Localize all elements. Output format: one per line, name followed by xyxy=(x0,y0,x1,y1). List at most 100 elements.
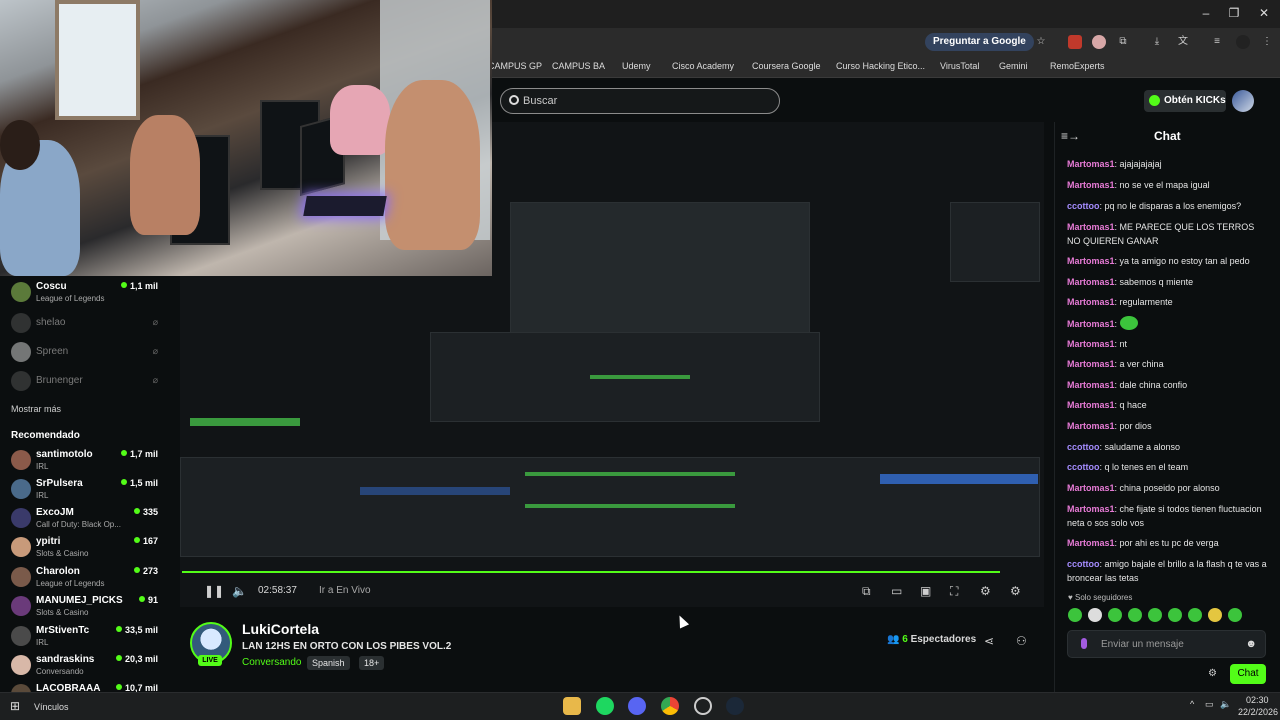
mic-icon[interactable] xyxy=(1081,638,1087,649)
chat-username[interactable]: Martomas1 xyxy=(1067,421,1115,431)
emote[interactable] xyxy=(1168,608,1182,622)
puzzle-icon[interactable]: ⧉ xyxy=(1116,35,1130,49)
chat-username[interactable]: Martomas1 xyxy=(1067,180,1115,190)
fullscreen-icon[interactable]: ⛶ xyxy=(950,584,958,599)
emote[interactable] xyxy=(1108,608,1122,622)
sidebar-item-recommended[interactable]: ypitri Slots & Casino 167 xyxy=(11,536,166,560)
tray-chevron-icon[interactable]: ^ xyxy=(1190,699,1194,709)
chat-username[interactable]: Martomas1 xyxy=(1067,256,1115,266)
download-icon[interactable]: ⤓ xyxy=(1150,35,1164,49)
avatar[interactable] xyxy=(1232,90,1254,112)
windows-icon[interactable]: ⊞ xyxy=(10,699,20,713)
show-more-link[interactable]: Mostrar más xyxy=(11,404,61,414)
restore-icon[interactable]: ❐ xyxy=(1224,6,1244,20)
extension-icon[interactable] xyxy=(1092,35,1106,49)
chat-username[interactable]: Martomas1 xyxy=(1067,504,1115,514)
volume-icon[interactable]: 🔈 xyxy=(1220,699,1231,710)
ask-google-button[interactable]: Preguntar a Google xyxy=(925,33,1034,51)
chat-username[interactable]: Martomas1 xyxy=(1067,538,1115,548)
discord-icon[interactable] xyxy=(628,697,646,715)
bookmark[interactable]: Coursera Google xyxy=(752,61,821,71)
chat-username[interactable]: Martomas1 xyxy=(1067,222,1115,232)
emote[interactable] xyxy=(1208,608,1222,622)
progress-bar[interactable] xyxy=(182,571,1000,573)
tag[interactable]: Spanish xyxy=(307,656,350,670)
chat-username[interactable]: ccottoo xyxy=(1067,462,1100,472)
clock-date[interactable]: 22/2/2026 xyxy=(1238,707,1278,717)
minimize-icon[interactable]: – xyxy=(1196,6,1216,20)
sidebar-item-shelao[interactable]: shelao ⌀ xyxy=(11,312,166,336)
chat-username[interactable]: ccottoo xyxy=(1067,442,1100,452)
chat-username[interactable]: Martomas1 xyxy=(1067,277,1115,287)
sidebar-item-spreen[interactable]: Spreen ⌀ xyxy=(11,341,166,365)
streamer-name[interactable]: LukiCortela xyxy=(242,621,319,637)
extension-icon[interactable] xyxy=(1068,35,1082,49)
menu-icon[interactable]: ⋮ xyxy=(1260,35,1274,49)
pause-icon[interactable]: ❚❚ xyxy=(204,584,224,598)
chat-username[interactable]: Martomas1 xyxy=(1067,159,1115,169)
bookmark-star-icon[interactable]: ☆ xyxy=(1034,35,1048,49)
close-icon[interactable]: ✕ xyxy=(1254,6,1274,20)
emote[interactable] xyxy=(1228,608,1242,622)
sidebar-item-coscu[interactable]: Coscu League of Legends 1,1 mil xyxy=(11,281,166,305)
sidebar-item-recommended[interactable]: sandraskins Conversando 20,3 mil xyxy=(11,654,166,678)
bookmark[interactable]: CAMPUS GP xyxy=(488,61,542,71)
sidebar-item-recommended[interactable]: Charolon League of Legends 273 xyxy=(11,566,166,590)
bookmark[interactable]: RemoExperts xyxy=(1050,61,1105,71)
bookmark[interactable]: Udemy xyxy=(622,61,651,71)
sidebar-item-recommended[interactable]: MrStivenTc IRL 33,5 mil xyxy=(11,625,166,649)
emote[interactable] xyxy=(1088,608,1102,622)
emoji-icon[interactable]: ☻ xyxy=(1245,638,1257,650)
search-input[interactable]: Buscar xyxy=(500,88,780,114)
emote[interactable] xyxy=(1148,608,1162,622)
clip-icon[interactable]: ⧉ xyxy=(862,584,871,599)
chat-username[interactable]: Martomas1 xyxy=(1067,319,1115,329)
chat-username[interactable]: Martomas1 xyxy=(1067,359,1115,369)
clock-time[interactable]: 02:30 xyxy=(1246,695,1269,705)
media-icon[interactable]: ≡ xyxy=(1210,35,1224,49)
chat-username[interactable]: Martomas1 xyxy=(1067,297,1115,307)
volume-icon[interactable]: 🔈 xyxy=(232,584,247,598)
file-explorer-icon[interactable] xyxy=(563,697,581,715)
translate-icon[interactable]: 文 xyxy=(1176,35,1190,49)
chat-username[interactable]: Martomas1 xyxy=(1067,483,1115,493)
send-chat-button[interactable]: Chat xyxy=(1230,664,1266,684)
chat-username[interactable]: ccottoo xyxy=(1067,559,1100,569)
chat-username[interactable]: ccottoo xyxy=(1067,201,1100,211)
collapse-chat-icon[interactable]: ≡→ xyxy=(1061,129,1080,143)
bookmark[interactable]: Cisco Academy xyxy=(672,61,734,71)
emote[interactable] xyxy=(1188,608,1202,622)
sidebar-item-recommended[interactable]: MANUMEJ_PICKS Slots & Casino 91 xyxy=(11,595,166,619)
network-icon[interactable]: ▭ xyxy=(1205,699,1214,710)
sidebar-item-brunenger[interactable]: Brunenger ⌀ xyxy=(11,370,166,394)
chat-username[interactable]: Martomas1 xyxy=(1067,380,1115,390)
app-icon[interactable] xyxy=(694,697,712,715)
bookmark[interactable]: CAMPUS BA xyxy=(552,61,605,71)
follow-icon[interactable]: ⚇ xyxy=(1016,634,1027,648)
tag[interactable]: 18+ xyxy=(359,656,385,670)
sidebar-item-recommended[interactable]: ExcoJM Call of Duty: Black Op... 335 xyxy=(11,507,166,531)
links-label[interactable]: Vínculos xyxy=(34,702,69,712)
spotify-icon[interactable] xyxy=(596,697,614,715)
bookmark[interactable]: Gemini xyxy=(999,61,1028,71)
settings-icon[interactable]: ⚙ xyxy=(1010,584,1021,598)
quality-icon[interactable]: ⚙ xyxy=(980,584,991,598)
steam-icon[interactable] xyxy=(726,697,744,715)
chrome-icon[interactable] xyxy=(661,697,679,715)
emote[interactable] xyxy=(1128,608,1142,622)
go-live-button[interactable]: Ir a En Vivo xyxy=(319,585,371,596)
sidebar-item-recommended[interactable]: santimotolo IRL 1,7 mil xyxy=(11,449,166,473)
sidebar-item-recommended[interactable]: SrPulsera IRL 1,5 mil xyxy=(11,478,166,502)
chat-input[interactable]: Enviar un mensaje ☻ xyxy=(1067,630,1266,658)
emote-bar[interactable] xyxy=(1068,608,1268,624)
stream-category[interactable]: Conversando xyxy=(242,657,301,668)
theater-icon[interactable]: ▭ xyxy=(891,584,902,598)
pip-icon[interactable]: ▣ xyxy=(920,584,931,598)
gear-icon[interactable]: ⚙ xyxy=(1208,668,1217,679)
chat-username[interactable]: Martomas1 xyxy=(1067,339,1115,349)
bookmark[interactable]: Curso Hacking Etico... xyxy=(836,61,925,71)
get-kicks-button[interactable]: Obtén KICKs xyxy=(1144,90,1226,112)
bookmark[interactable]: VirusTotal xyxy=(940,61,979,71)
profile-icon[interactable] xyxy=(1236,35,1250,49)
share-icon[interactable]: ⋖ xyxy=(984,634,994,648)
